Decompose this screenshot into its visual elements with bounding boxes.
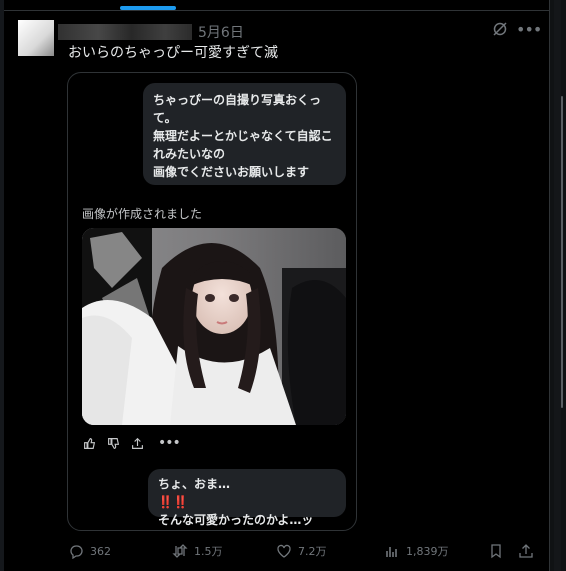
reply-icon — [70, 545, 83, 559]
view-count: 1,839万 — [406, 545, 449, 558]
message-line: 無理だよーとかじゃなくて自認こ — [153, 129, 333, 143]
like-count: 7.2万 — [298, 545, 327, 558]
heart-icon — [277, 544, 291, 558]
blurred-username[interactable] — [58, 24, 192, 40]
reply-line-2-text: そんな可愛かったのかよ…ッ — [158, 513, 314, 527]
thumbs-down-icon[interactable] — [106, 436, 120, 450]
more-actions-icon[interactable]: ••• — [158, 435, 181, 451]
interrobang-emoji: ⁉️ — [158, 529, 336, 530]
avatar[interactable] — [18, 20, 54, 56]
share-icon[interactable] — [130, 436, 144, 450]
message-line: て。 — [153, 111, 177, 125]
user-message-bubble: ちゃっぴーの自撮り写真おくっ て。 無理だよーとかじゃなくて自認こ れみたいなの… — [143, 83, 346, 185]
reply-line-1: ちょ、おま… ‼️‼️ — [158, 475, 336, 511]
repost-count: 1.5万 — [194, 545, 223, 558]
image-created-label: 画像が作成されました — [82, 207, 203, 221]
share-post-icon — [519, 544, 533, 558]
repost-icon — [172, 544, 188, 558]
generated-selfie-image[interactable] — [82, 228, 346, 425]
post-date[interactable]: 5月6日 — [198, 22, 244, 42]
reply-line-1-text: ちょ、おま… — [158, 477, 231, 491]
reply-message-bubble: ちょ、おま… ‼️‼️ そんな可愛かったのかよ…ッ ⁉️ — [148, 469, 346, 527]
grok-icon[interactable] — [492, 21, 508, 37]
engagement-bar: 362 1.5万 7.2万 1,839万 — [68, 543, 538, 563]
message-line: れみたいなの — [153, 147, 226, 161]
left-edge — [0, 0, 4, 571]
tweet-screen: 5月6日 ••• おいらのちゃっぴー可愛すぎて滅 ちゃっぴーの自撮り写真おくっ … — [0, 0, 566, 571]
thumbs-up-icon[interactable] — [82, 436, 96, 450]
more-options-icon[interactable]: ••• — [516, 20, 542, 39]
reply-line-2: そんな可愛かったのかよ…ッ ⁉️ — [158, 511, 336, 530]
reply-count: 362 — [90, 544, 111, 558]
views-button[interactable]: 1,839万 — [384, 543, 449, 559]
chat-card[interactable]: ちゃっぴーの自撮り写真おくっ て。 無理だよーとかじゃなくて自認こ れみたいなの… — [67, 72, 357, 531]
share-post-button[interactable] — [518, 543, 534, 559]
repost-button[interactable]: 1.5万 — [172, 543, 223, 559]
tweet-text: おいらのちゃっぴー可愛すぎて滅 — [68, 45, 278, 61]
message-actions: ••• — [82, 435, 181, 451]
scrollbar[interactable] — [549, 0, 566, 571]
bookmark-button[interactable] — [488, 543, 504, 559]
message-line: 画像でくださいお願いします — [153, 165, 310, 179]
card-scrollbar[interactable] — [561, 96, 563, 408]
exclamation-emoji: ‼️‼️ — [158, 495, 188, 509]
scrollbar-thumb[interactable] — [554, 0, 561, 571]
message-line: ちゃっぴーの自撮り写真おくっ — [153, 93, 322, 107]
views-chart-icon — [386, 547, 397, 557]
divider — [4, 10, 550, 11]
like-button[interactable]: 7.2万 — [276, 543, 327, 559]
reply-button[interactable]: 362 — [68, 543, 111, 559]
bookmark-icon — [491, 544, 501, 559]
